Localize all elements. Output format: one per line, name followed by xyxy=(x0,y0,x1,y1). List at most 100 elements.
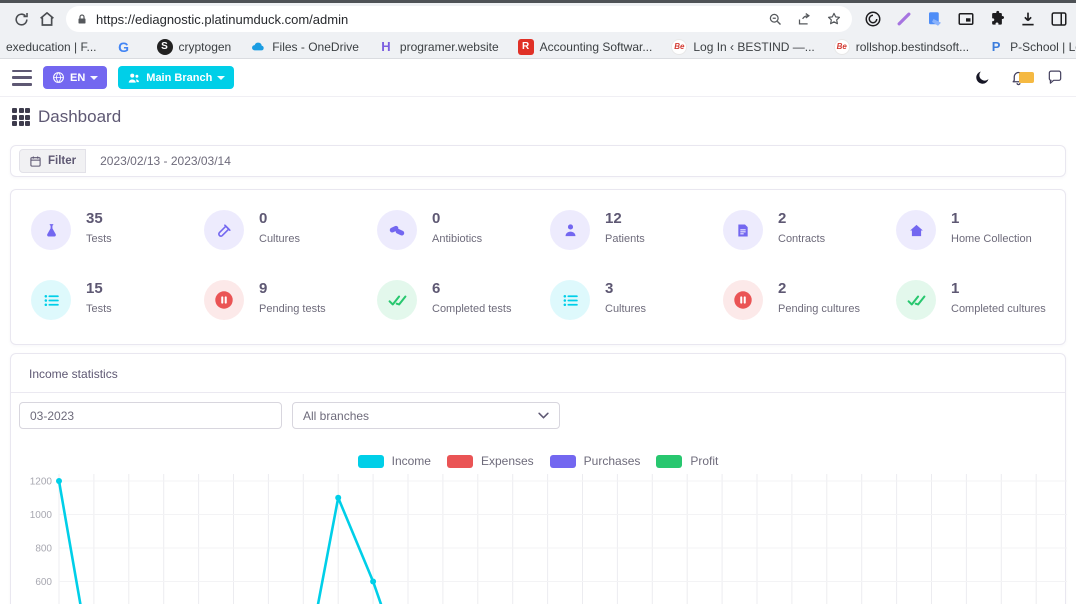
dark-mode-moon-icon[interactable] xyxy=(974,69,991,86)
bookmark-label: Files - OneDrive xyxy=(272,40,359,54)
income-section-title: Income statistics xyxy=(11,354,1065,392)
stat-completed-tests: 6 Completed tests xyxy=(365,280,538,320)
bookmark-google[interactable]: G xyxy=(116,39,138,55)
bookmark-programer-website[interactable]: H programer.website xyxy=(378,39,499,55)
date-range-input[interactable] xyxy=(86,149,1057,173)
reload-button[interactable] xyxy=(8,6,34,32)
stat-label: Pending tests xyxy=(259,303,326,315)
stat-tests-total: 15 Tests xyxy=(19,280,192,320)
notification-badge xyxy=(1019,72,1034,83)
stat-value: 1 xyxy=(951,280,1046,298)
lock-icon[interactable] xyxy=(76,13,88,26)
onedrive-cloud-icon xyxy=(250,39,266,55)
stat-label: Tests xyxy=(86,233,112,245)
notifications-bell-icon[interactable] xyxy=(1010,69,1027,86)
stat-value: 3 xyxy=(605,280,646,298)
branch-dropdown[interactable]: Main Branch xyxy=(118,66,234,89)
bookmark-star-icon[interactable] xyxy=(826,11,842,27)
bookmark-accounting-software[interactable]: R Accounting Softwar... xyxy=(518,39,653,55)
stat-pending-tests: 9 Pending tests xyxy=(192,280,365,320)
income-chart: 12001000800600400 xyxy=(11,466,1067,604)
chevron-down-icon xyxy=(538,412,549,419)
stat-value: 35 xyxy=(86,210,112,228)
stat-value: 0 xyxy=(259,210,300,228)
stat-completed-cultures: 1 Completed cultures xyxy=(884,280,1057,320)
pills-icon xyxy=(377,210,417,250)
branch-select-value: All branches xyxy=(303,409,369,423)
filter-label-box: Filter xyxy=(19,149,86,173)
stat-label: Cultures xyxy=(605,303,646,315)
stat-label: Pending cultures xyxy=(778,303,860,315)
address-bar[interactable]: https://ediagnostic.platinumduck.com/adm… xyxy=(66,6,852,32)
home-button[interactable] xyxy=(34,6,60,32)
language-dropdown[interactable]: EN xyxy=(43,66,107,89)
double-check-icon xyxy=(896,280,936,320)
extension-pen-icon[interactable] xyxy=(895,10,913,28)
extension-docs-icon[interactable] xyxy=(926,10,944,28)
bookmark-cryptogen[interactable]: S cryptogen xyxy=(157,39,232,55)
month-input[interactable] xyxy=(19,402,282,429)
picture-in-picture-icon[interactable] xyxy=(957,10,975,28)
stat-contracts: 2 Contracts xyxy=(711,210,884,250)
stats-card: 35 Tests 0 Cultures 0 Antibiotics 12 Pa xyxy=(10,189,1066,345)
stat-value: 2 xyxy=(778,210,825,228)
bookmarks-bar: exeducation | F... G S cryptogen Files -… xyxy=(0,35,1076,59)
chat-icon[interactable] xyxy=(1046,69,1064,86)
stat-label: Patients xyxy=(605,233,645,245)
bookmark-onedrive[interactable]: Files - OneDrive xyxy=(250,39,359,55)
dashboard-grid-icon xyxy=(12,108,30,126)
vial-icon xyxy=(204,210,244,250)
page-title: Dashboard xyxy=(38,107,121,127)
browser-toolbar: https://ediagnostic.platinumduck.com/adm… xyxy=(0,3,1076,35)
pause-icon xyxy=(204,280,244,320)
users-icon xyxy=(127,72,141,84)
svg-text:1200: 1200 xyxy=(30,477,53,488)
bookmark-pschool[interactable]: P P-School | Login xyxy=(988,39,1076,55)
bookmark-rollshop[interactable]: Be rollshop.bestindsoft... xyxy=(834,39,969,55)
list-icon xyxy=(550,280,590,320)
bookmark-bestind-login[interactable]: Be Log In ‹ BESTIND —... xyxy=(671,39,814,55)
filter-label: Filter xyxy=(48,155,76,167)
svg-text:800: 800 xyxy=(35,544,52,555)
bookmark-label: Accounting Softwar... xyxy=(540,40,653,54)
stat-label: Completed tests xyxy=(432,303,511,315)
contract-icon xyxy=(723,210,763,250)
url-text[interactable]: https://ediagnostic.platinumduck.com/adm… xyxy=(96,12,760,27)
stat-value: 6 xyxy=(432,280,511,298)
stat-value: 1 xyxy=(951,210,1032,228)
bookmark-exeducation[interactable]: exeducation | F... xyxy=(6,40,97,54)
stat-label: Completed cultures xyxy=(951,303,1046,315)
stat-label: Tests xyxy=(86,303,112,315)
programer-favicon-icon: H xyxy=(378,39,394,55)
home-icon xyxy=(896,210,936,250)
stat-value: 15 xyxy=(86,280,112,298)
svg-text:600: 600 xyxy=(35,577,52,588)
bookmark-label: programer.website xyxy=(400,40,499,54)
side-panel-icon[interactable] xyxy=(1050,10,1068,28)
bookmark-label: Log In ‹ BESTIND —... xyxy=(693,40,814,54)
pause-icon xyxy=(723,280,763,320)
income-statistics-card: Income statistics All branches Income Ex… xyxy=(10,353,1066,604)
language-label: EN xyxy=(70,72,85,84)
chevron-down-icon xyxy=(217,76,225,80)
extension-swirl-icon[interactable] xyxy=(864,10,882,28)
bookmark-label: exeducation | F... xyxy=(6,40,97,54)
list-icon xyxy=(31,280,71,320)
downloads-icon[interactable] xyxy=(1019,10,1037,28)
accounting-favicon-icon: R xyxy=(518,39,534,55)
extensions-puzzle-icon[interactable] xyxy=(988,10,1006,28)
branch-select[interactable]: All branches xyxy=(292,402,560,429)
share-icon[interactable] xyxy=(797,12,812,27)
menu-toggle-icon[interactable] xyxy=(12,70,32,86)
stat-label: Cultures xyxy=(259,233,300,245)
calendar-icon xyxy=(29,155,42,168)
pschool-favicon-icon: P xyxy=(988,39,1004,55)
svg-text:1000: 1000 xyxy=(30,510,53,521)
stat-label: Antibiotics xyxy=(432,233,482,245)
stat-home-collection: 1 Home Collection xyxy=(884,210,1057,250)
stat-patients: 12 Patients xyxy=(538,210,711,250)
stat-label: Home Collection xyxy=(951,233,1032,245)
zoom-icon[interactable] xyxy=(768,12,783,27)
filter-card: Filter xyxy=(10,145,1066,177)
bestind-favicon-icon: Be xyxy=(671,39,687,55)
